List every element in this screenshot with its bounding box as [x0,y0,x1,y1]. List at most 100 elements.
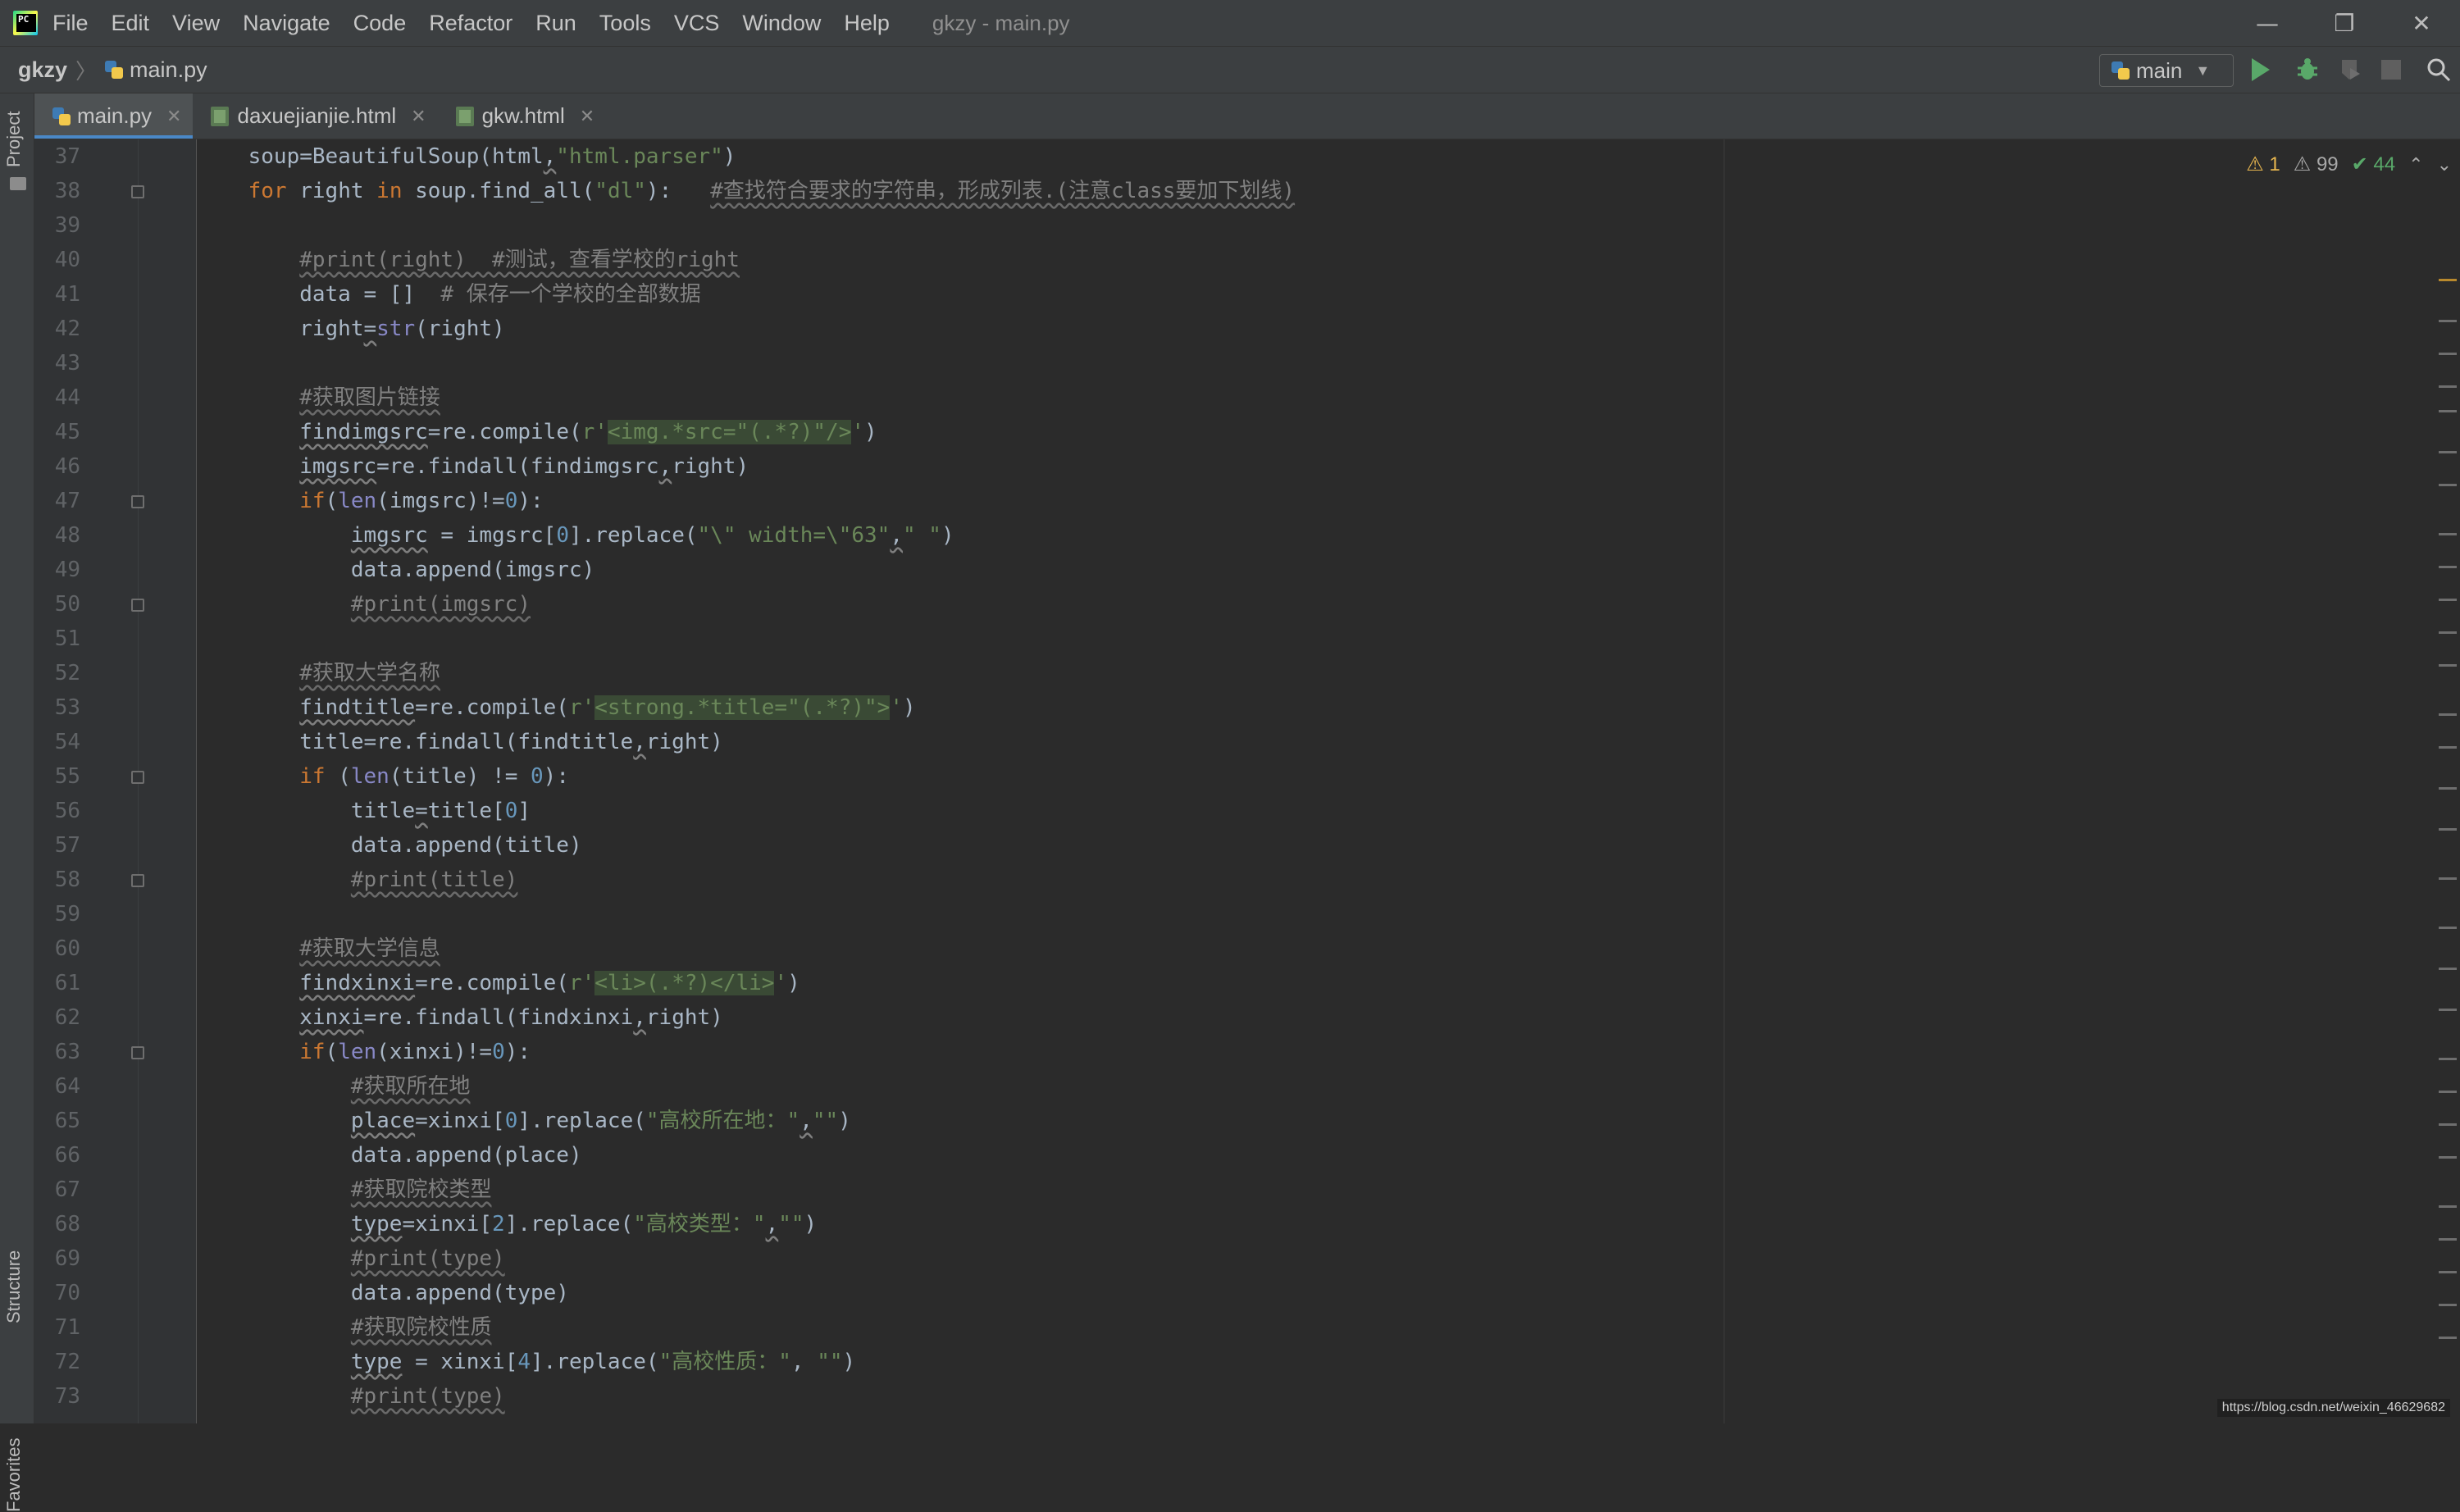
code-text[interactable]: data.append(title) [197,828,582,863]
code-line[interactable]: 73 #print(type) [34,1379,2412,1414]
error-stripe-mark[interactable] [2439,1156,2457,1159]
code-line[interactable]: 50 #print(imgsrc) [34,587,2412,622]
code-line[interactable]: 57 data.append(title) [34,828,2412,863]
code-line[interactable]: 68 type=xinxi[2].replace("高校类型：","") [34,1207,2412,1241]
code-text[interactable]: #print(title) [197,863,517,897]
menu-help[interactable]: Help [844,11,890,36]
error-stripe-mark[interactable] [2439,927,2457,929]
code-line[interactable]: 69 #print(type) [34,1241,2412,1276]
menu-vcs[interactable]: VCS [674,11,720,36]
menu-view[interactable]: View [172,11,220,36]
code-editor[interactable]: 37 soup=BeautifulSoup(html,"html.parser"… [34,139,2460,1423]
close-tab-icon[interactable]: ✕ [166,106,181,127]
code-line[interactable]: 56 title=title[0] [34,794,2412,828]
error-stripe-mark[interactable] [2439,385,2457,388]
run-button[interactable] [2252,58,2270,81]
code-text[interactable]: #获取大学信息 [197,931,440,966]
code-text[interactable]: data = [] # 保存一个学校的全部数据 [197,277,701,312]
code-text[interactable]: #获取所在地 [197,1069,471,1104]
code-text[interactable]: title=title[0] [197,794,531,828]
menu-refactor[interactable]: Refactor [429,11,512,36]
search-everywhere-icon[interactable] [2426,57,2452,83]
error-stripe-mark[interactable] [2439,713,2457,716]
minimize-button[interactable]: — [2229,0,2306,47]
code-line[interactable]: 60 #获取大学信息 [34,931,2412,966]
code-line[interactable]: 70 data.append(type) [34,1276,2412,1310]
code-text[interactable]: #print(imgsrc) [197,587,531,622]
fold-marker-icon[interactable] [131,771,144,784]
code-line[interactable]: 47 if(len(imgsrc)!=0): [34,484,2412,518]
warning-count[interactable]: ⚠ 99 [2294,153,2339,176]
code-text[interactable]: type=xinxi[2].replace("高校类型：","") [197,1207,817,1241]
menu-navigate[interactable]: Navigate [243,11,330,36]
code-line[interactable]: 42 right=str(right) [34,312,2412,346]
error-stripe-mark[interactable] [2439,1009,2457,1011]
code-line[interactable]: 54 title=re.findall(findtitle,right) [34,725,2412,759]
fold-marker-icon[interactable] [131,1046,144,1059]
breadcrumb-project[interactable]: gkzy [18,57,67,83]
code-line[interactable]: 49 data.append(imgsrc) [34,553,2412,587]
fold-marker-icon[interactable] [131,874,144,887]
code-line[interactable]: 65 place=xinxi[0].replace("高校所在地：","") [34,1104,2412,1138]
tab-daxuejianjie-html[interactable]: daxuejianjie.html ✕ [193,93,437,139]
stop-button[interactable] [2381,60,2401,80]
close-tab-icon[interactable]: ✕ [580,106,594,127]
code-line[interactable]: 64 #获取所在地 [34,1069,2412,1104]
code-line[interactable]: 71 #获取院校性质 [34,1310,2412,1345]
code-line[interactable]: 55 if (len(title) != 0): [34,759,2412,794]
debug-button[interactable] [2294,57,2321,83]
code-text[interactable]: if(len(xinxi)!=0): [197,1035,531,1069]
menu-window[interactable]: Window [742,11,821,36]
code-text[interactable]: data.append(type) [197,1276,569,1310]
code-text[interactable]: findimgsrc=re.compile(r'<img.*src="(.*?)… [197,415,877,449]
code-text[interactable]: #获取图片链接 [197,380,440,415]
code-line[interactable]: 61 findxinxi=re.compile(r'<li>(.*?)</li>… [34,966,2412,1000]
code-text[interactable]: xinxi=re.findall(findxinxi,right) [197,1000,723,1035]
code-text[interactable]: #print(right) #测试，查看学校的right [197,243,740,277]
code-line[interactable]: 46 imgsrc=re.findall(findimgsrc,right) [34,449,2412,484]
menu-tools[interactable]: Tools [599,11,651,36]
inspection-widget[interactable]: ⚠ 1 ⚠ 99 ✔ 44 ⌃ ⌄ [2246,153,2452,176]
code-text[interactable]: data.append(place) [197,1138,582,1173]
code-text[interactable]: #print(type) [197,1379,505,1414]
error-stripe-mark[interactable] [2439,1058,2457,1060]
error-stripe-mark[interactable] [2439,279,2457,281]
code-line[interactable]: 40 #print(right) #测试，查看学校的right [34,243,2412,277]
fold-marker-icon[interactable] [131,599,144,612]
error-stripe-mark[interactable] [2439,1304,2457,1306]
code-text[interactable]: place=xinxi[0].replace("高校所在地：","") [197,1104,851,1138]
typo-count[interactable]: ✔ 44 [2352,153,2395,176]
error-stripe-mark[interactable] [2439,1205,2457,1208]
code-text[interactable]: imgsrc=re.findall(findimgsrc,right) [197,449,749,484]
code-line[interactable]: 59 [34,897,2412,931]
error-stripe-mark[interactable] [2439,533,2457,535]
code-text[interactable]: #获取院校类型 [197,1173,492,1207]
code-line[interactable]: 62 xinxi=re.findall(findxinxi,right) [34,1000,2412,1035]
code-text[interactable]: type = xinxi[4].replace("高校性质：", "") [197,1345,855,1379]
code-line[interactable]: 39 [34,208,2412,243]
run-configuration-select[interactable]: main ▼ [2099,54,2234,87]
code-line[interactable]: 63 if(len(xinxi)!=0): [34,1035,2412,1069]
previous-highlight-icon[interactable]: ⌃ [2408,154,2423,175]
code-text[interactable]: imgsrc = imgsrc[0].replace("\" width=\"6… [197,518,954,553]
error-stripe-mark[interactable] [2439,968,2457,970]
code-line[interactable]: 41 data = [] # 保存一个学校的全部数据 [34,277,2412,312]
code-line[interactable]: 72 type = xinxi[4].replace("高校性质：", "") [34,1345,2412,1379]
error-stripe-mark[interactable] [2439,877,2457,880]
menu-edit[interactable]: Edit [112,11,150,36]
close-tab-icon[interactable]: ✕ [411,106,426,127]
menu-run[interactable]: Run [535,11,576,36]
error-stripe-mark[interactable] [2439,1091,2457,1093]
code-line[interactable]: 58 #print(title) [34,863,2412,897]
error-stripe-mark[interactable] [2439,1238,2457,1241]
restore-button[interactable]: ❐ [2306,0,2383,47]
error-stripe-mark[interactable] [2439,484,2457,486]
favorites-tool-button[interactable]: Favorites [3,1438,25,1512]
error-stripe-mark[interactable] [2439,1337,2457,1339]
error-stripe-mark[interactable] [2439,631,2457,634]
code-text[interactable]: soup=BeautifulSoup(html,"html.parser") [197,139,736,174]
code-text[interactable]: right=str(right) [197,312,505,346]
tab-gkw-html[interactable]: gkw.html ✕ [438,93,607,139]
error-stripe-mark[interactable] [2439,787,2457,790]
code-text[interactable]: findxinxi=re.compile(r'<li>(.*?)</li>') [197,966,800,1000]
